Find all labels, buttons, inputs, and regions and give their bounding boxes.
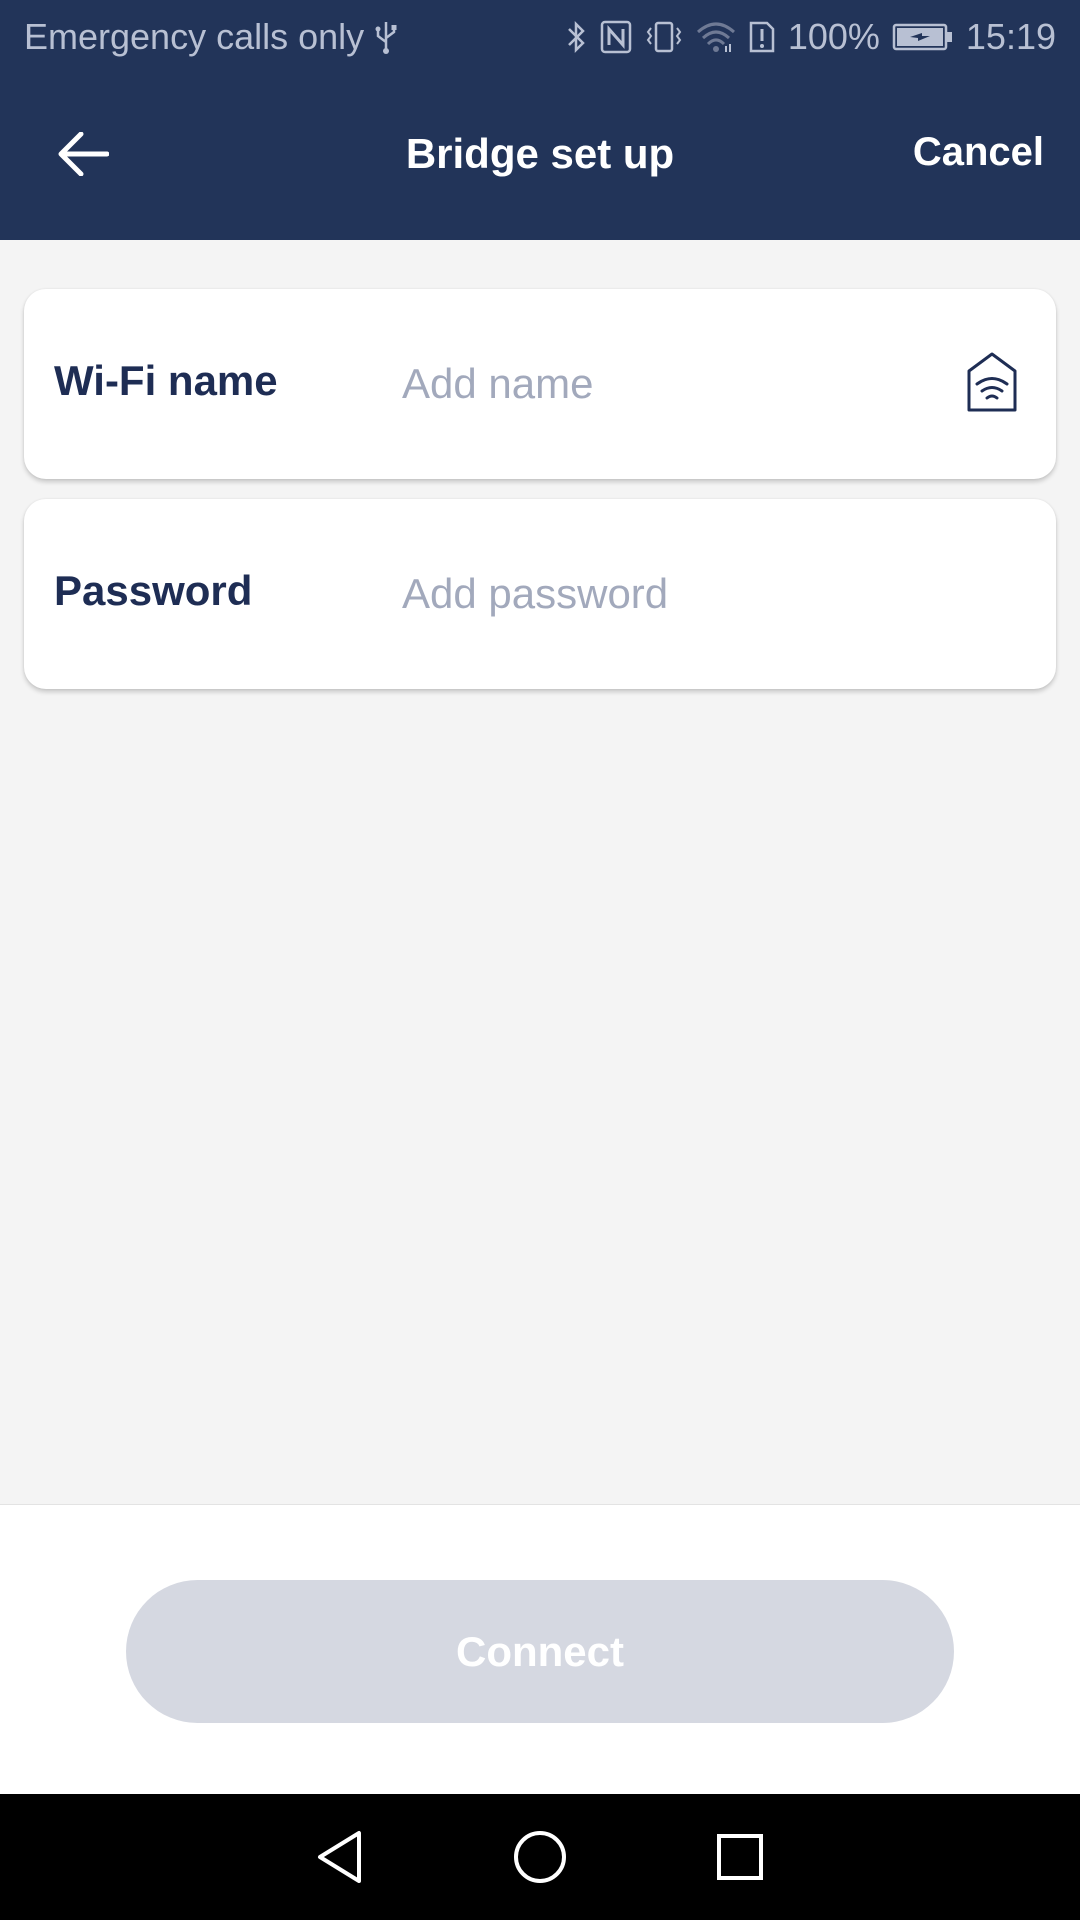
app-bar: Bridge set up Cancel xyxy=(0,74,1080,240)
wifi-icon xyxy=(696,20,736,54)
wifi-name-card: Wi-Fi name xyxy=(24,289,1056,479)
vibrate-icon xyxy=(644,20,684,54)
wifi-name-input[interactable] xyxy=(402,339,942,429)
bottom-action-area: Connect xyxy=(0,1504,1080,1794)
status-left: Emergency calls only xyxy=(24,16,398,58)
usb-icon xyxy=(374,20,398,54)
bluetooth-icon xyxy=(564,19,588,55)
wifi-select-button[interactable] xyxy=(964,351,1020,415)
password-label: Password xyxy=(54,567,253,614)
wifi-name-label: Wi-Fi name xyxy=(54,357,278,404)
nav-recents-icon xyxy=(717,1834,763,1880)
battery-percent: 100% xyxy=(787,16,880,57)
connect-button[interactable]: Connect xyxy=(126,1580,954,1723)
status-right: 100% 15:19 xyxy=(564,16,1056,58)
nfc-icon xyxy=(600,20,632,54)
carrier-text: Emergency calls only xyxy=(24,16,365,57)
system-nav-bar xyxy=(0,1794,1080,1920)
battery-charging-icon xyxy=(892,22,954,52)
nav-recents-button[interactable] xyxy=(705,1822,775,1892)
clock-time: 15:19 xyxy=(965,16,1056,57)
nav-home-icon xyxy=(514,1831,566,1883)
nav-back-button[interactable] xyxy=(305,1822,375,1892)
password-input[interactable] xyxy=(402,549,942,639)
nav-home-button[interactable] xyxy=(505,1822,575,1892)
wifi-home-icon xyxy=(967,352,1017,412)
status-bar: Emergency calls only 100% 15:19 xyxy=(0,0,1080,74)
sim-alert-icon xyxy=(748,20,776,54)
cancel-button[interactable]: Cancel xyxy=(913,130,1044,175)
nav-back-icon xyxy=(318,1831,361,1883)
password-card: Password xyxy=(24,499,1056,689)
